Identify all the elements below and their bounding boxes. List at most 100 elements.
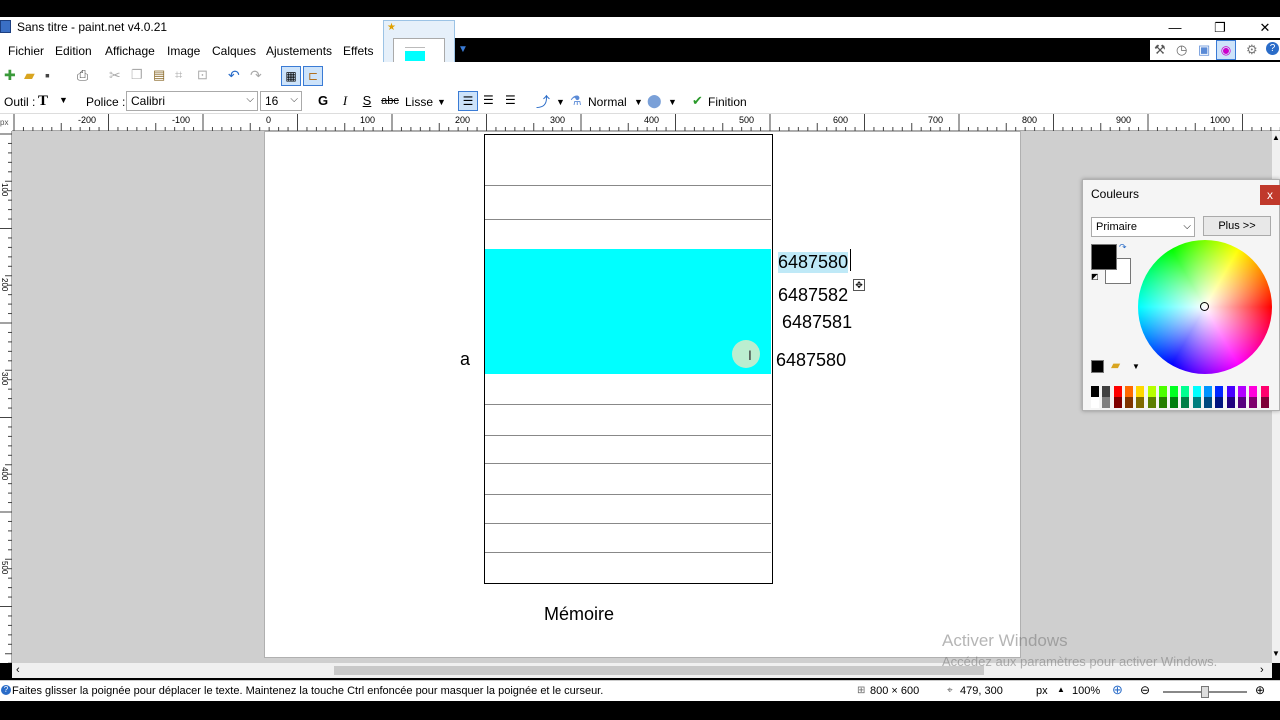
blend-curve-icon[interactable]: ⤴	[536, 92, 550, 112]
menu-calques[interactable]: Calques	[212, 44, 256, 58]
palette-swatch[interactable]	[1215, 386, 1224, 397]
palette-swatch[interactable]	[1124, 386, 1133, 397]
cut-icon[interactable]: ✂	[109, 67, 125, 83]
palette-swatch[interactable]	[1147, 386, 1156, 397]
palette-dropdown-icon[interactable]: ▼	[1132, 362, 1140, 371]
palette-swatch[interactable]	[1158, 397, 1167, 408]
antialias-dropdown-icon[interactable]: ▼	[437, 97, 446, 107]
palette-swatch[interactable]	[1136, 386, 1145, 397]
menu-affichage[interactable]: Affichage	[105, 44, 155, 58]
palette-swatch[interactable]	[1170, 397, 1179, 408]
color-mode-select[interactable]: Primaire ⌵	[1091, 217, 1195, 237]
tool-dropdown-icon[interactable]: ▼	[59, 95, 68, 105]
align-left-icon[interactable]: ☰	[458, 91, 478, 111]
paste-icon[interactable]: ▤	[153, 67, 169, 83]
save-icon[interactable]: ▪	[45, 67, 61, 83]
palette-swatch[interactable]	[1181, 386, 1190, 397]
zoom-value[interactable]: 100%	[1072, 685, 1100, 697]
align-center-icon[interactable]: ☰	[483, 93, 494, 107]
palette-swatch[interactable]	[1091, 386, 1099, 397]
palette-swatch[interactable]	[1147, 397, 1156, 408]
palette-swatch[interactable]	[1102, 386, 1111, 397]
bold-button[interactable]: G	[315, 93, 331, 109]
align-right-icon[interactable]: ☰	[505, 93, 516, 107]
new-file-icon[interactable]: ✚	[4, 67, 20, 83]
reset-colors-icon[interactable]: ◩	[1091, 272, 1099, 281]
palette-menu-icon[interactable]: ▰	[1111, 358, 1120, 372]
close-button[interactable]: ✕	[1250, 18, 1280, 37]
palette-swatch[interactable]	[1113, 386, 1122, 397]
alpha-blending-icon[interactable]: ⬤	[647, 93, 662, 109]
palette-swatch[interactable]	[1249, 397, 1258, 408]
palette-swatch[interactable]	[1204, 386, 1212, 397]
palette-swatch[interactable]	[1204, 397, 1212, 408]
colors-panel-close-button[interactable]: x	[1260, 185, 1280, 205]
italic-button[interactable]: I	[337, 93, 353, 109]
zoom-fit-icon[interactable]: ⊕	[1112, 682, 1123, 698]
palette-swatch[interactable]	[1192, 397, 1201, 408]
menu-fichier[interactable]: Fichier	[8, 44, 44, 58]
blend-mode-dropdown-icon[interactable]: ▼	[634, 97, 643, 107]
crop-icon[interactable]: ⌗	[175, 67, 191, 83]
zoom-out-icon[interactable]: ⊖	[1140, 683, 1150, 697]
swap-colors-icon[interactable]: ↷	[1119, 242, 1127, 253]
strikeout-button[interactable]: abc	[380, 93, 400, 109]
image-canvas[interactable]: a 6487580 ✥ 6487582 6487581 6487580 Mémo…	[264, 131, 1021, 658]
text-tool-icon[interactable]: T	[38, 93, 48, 110]
zoom-slider[interactable]	[1163, 686, 1247, 698]
maximize-button[interactable]: ❐	[1205, 18, 1235, 37]
minimize-button[interactable]: —	[1160, 18, 1190, 37]
rulers-toggle-icon[interactable]: ⊏	[303, 66, 323, 86]
menu-edition[interactable]: Edition	[55, 44, 92, 58]
blend-mode-select[interactable]: Normal	[588, 95, 627, 109]
menu-effets[interactable]: Effets	[343, 44, 373, 58]
zoom-in-icon[interactable]: ⊕	[1255, 683, 1265, 697]
settings-gear-icon[interactable]: ⚙	[1246, 42, 1258, 58]
palette-swatch[interactable]	[1102, 397, 1111, 408]
palette-swatch[interactable]	[1136, 397, 1145, 408]
print-icon[interactable]: ⎙	[77, 67, 93, 83]
unit-dropdown-icon[interactable]: ▲	[1057, 685, 1065, 694]
palette-swatch[interactable]	[1260, 397, 1269, 408]
finish-button[interactable]: Finition	[708, 95, 747, 109]
layers-window-icon[interactable]: ▣	[1198, 42, 1210, 58]
scroll-left-icon[interactable]: ‹	[16, 664, 20, 676]
thumbnail-dropdown-icon[interactable]: ▼	[458, 44, 468, 55]
scroll-up-icon[interactable]: ▲	[1272, 133, 1280, 142]
history-window-icon[interactable]: ◷	[1176, 42, 1187, 58]
help-icon[interactable]: ?	[1266, 42, 1279, 55]
palette-swatch[interactable]	[1124, 397, 1133, 408]
menu-ajustements[interactable]: Ajustements	[266, 44, 332, 58]
open-file-icon[interactable]: ▰	[24, 67, 40, 83]
more-colors-button[interactable]: Plus >>	[1203, 216, 1271, 236]
zoom-slider-knob[interactable]	[1201, 686, 1209, 698]
palette-swatch[interactable]	[1226, 397, 1235, 408]
grid-toggle-icon[interactable]: ▦	[281, 66, 301, 86]
underline-button[interactable]: S	[359, 93, 375, 109]
menu-image[interactable]: Image	[167, 44, 200, 58]
palette-swatch[interactable]	[1215, 397, 1224, 408]
palette-swatch[interactable]	[1237, 397, 1246, 408]
palette-swatch[interactable]	[1113, 397, 1122, 408]
horizontal-scroll-thumb[interactable]	[334, 666, 984, 675]
tools-window-icon[interactable]: ⚒	[1154, 42, 1166, 58]
primary-color-swatch[interactable]	[1091, 244, 1117, 270]
palette-swatch[interactable]	[1170, 386, 1179, 397]
palette-swatch[interactable]	[1237, 386, 1246, 397]
color-wheel[interactable]	[1138, 240, 1272, 374]
colors-window-icon[interactable]: ◉	[1216, 40, 1236, 60]
move-handle-icon[interactable]: ✥	[853, 279, 865, 291]
font-size-select[interactable]: 16 ⌵	[260, 91, 302, 111]
scroll-down-icon[interactable]: ▼	[1272, 649, 1280, 658]
palette-swatch[interactable]	[1192, 386, 1201, 397]
scroll-right-icon[interactable]: ›	[1260, 664, 1264, 676]
undo-icon[interactable]: ↶	[228, 67, 244, 83]
blend-dropdown-icon[interactable]: ▼	[556, 97, 565, 107]
color-wheel-picker[interactable]	[1200, 302, 1209, 311]
antialias-select[interactable]: Lisse	[405, 95, 433, 109]
color-palette[interactable]	[1091, 386, 1272, 408]
alpha-dropdown-icon[interactable]: ▼	[668, 97, 677, 107]
deselect-icon[interactable]: ⊡	[197, 67, 213, 83]
copy-icon[interactable]: ❐	[131, 67, 147, 83]
add-color-icon[interactable]	[1091, 360, 1104, 373]
